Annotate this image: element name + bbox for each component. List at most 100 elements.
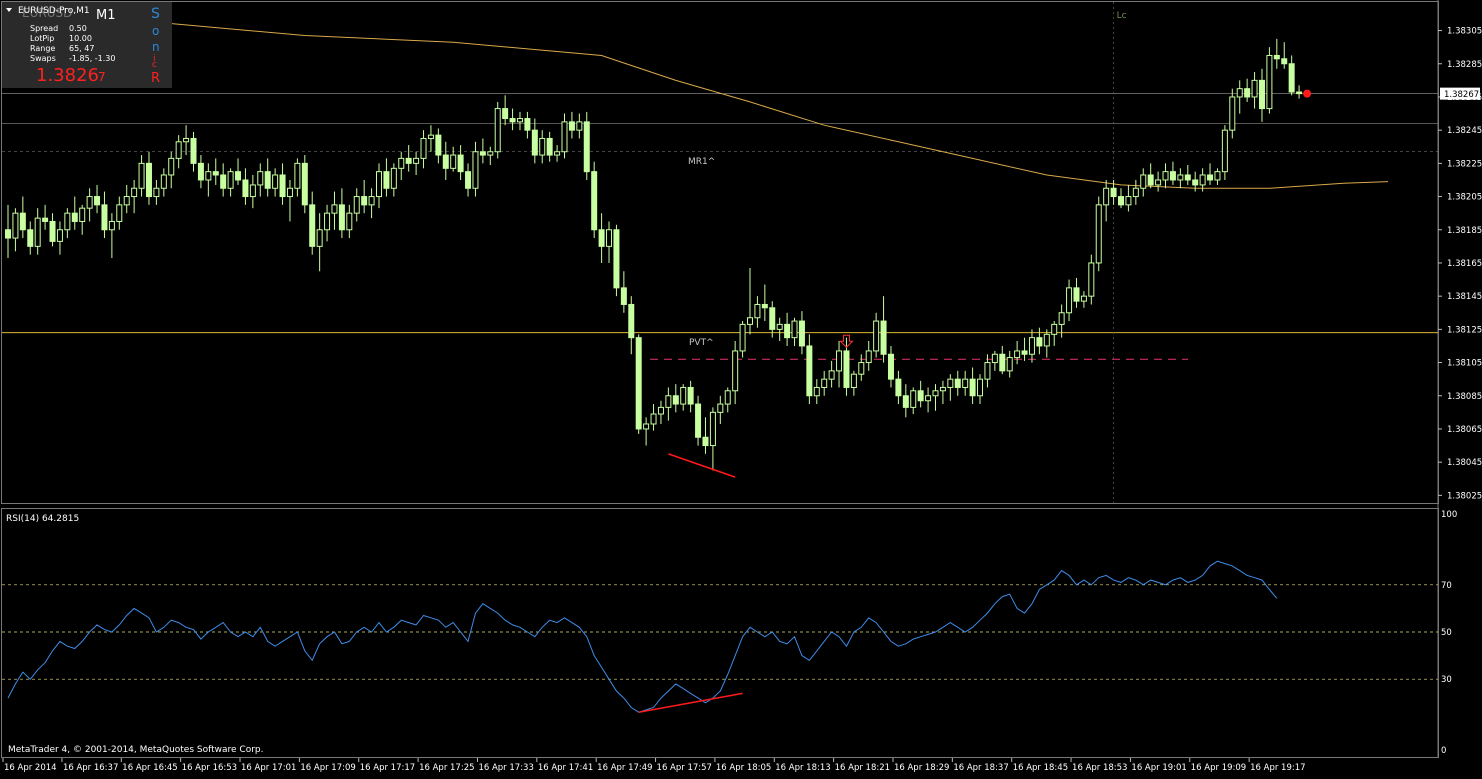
candle-body	[5, 229, 11, 239]
swaps-value: -1.85, -1.30	[69, 54, 115, 63]
candle-body	[568, 121, 575, 131]
candle-body	[420, 137, 427, 159]
candle-body	[108, 220, 115, 231]
candle-body	[977, 378, 984, 397]
candle-body	[301, 162, 308, 206]
symbol-info-panel[interactable]: EURUSD EURUSD-Pro,M1 M1 Spread 0.50 LotP…	[2, 2, 172, 88]
time-tick-label: 16 Apr 17:49	[597, 763, 652, 773]
candle-body	[183, 137, 190, 143]
time-tick-label: 16 Apr 17:33	[478, 763, 533, 773]
candle-body	[620, 287, 627, 305]
spread-label: Spread	[30, 24, 58, 33]
candle-body	[1281, 58, 1288, 65]
candle-body	[1273, 54, 1280, 60]
candle-body	[34, 217, 41, 247]
vertical-letter-o: o	[152, 24, 159, 38]
candle-body	[1169, 171, 1176, 181]
candle-body	[925, 395, 932, 402]
candle-body	[168, 157, 175, 176]
price-tick-label: 1.38285	[1447, 60, 1482, 70]
time-tick-label: 16 Apr 17:41	[538, 763, 593, 773]
time-tick-label: 16 Apr 17:57	[657, 763, 712, 773]
candle-body	[709, 411, 716, 447]
rsi-tick-label: 70	[1441, 581, 1452, 591]
price-tick-label: 1.38065	[1447, 425, 1482, 435]
candle-body	[405, 157, 412, 164]
candle-body	[1192, 179, 1199, 186]
candle-body	[49, 220, 56, 242]
candle-body	[554, 151, 561, 156]
candle-body	[524, 118, 531, 131]
candle-body	[784, 323, 791, 339]
price-tick-label: 1.38225	[1447, 159, 1482, 169]
candle-body	[858, 362, 865, 375]
price-tick-label: 1.38165	[1447, 259, 1482, 269]
candle-body	[494, 108, 501, 153]
rsi-tick-label: 100	[1441, 510, 1457, 520]
candle-body	[227, 171, 234, 189]
candle-body	[220, 174, 227, 189]
candle-body	[19, 212, 26, 231]
candle-body	[702, 436, 709, 447]
price-tick-label: 1.38125	[1447, 325, 1482, 335]
bid-price: 1.3826	[36, 65, 99, 86]
candle-body	[131, 187, 138, 198]
candle-body	[576, 121, 583, 131]
candle-body	[286, 187, 293, 198]
candle-body	[472, 151, 479, 189]
candle-body	[1162, 171, 1169, 181]
time-tick-label: 16 Apr 18:53	[1072, 763, 1127, 773]
current-price-dot	[1303, 89, 1312, 98]
candle-body	[145, 162, 152, 198]
rsi-tick-label: 30	[1441, 675, 1452, 685]
candle-body	[754, 303, 761, 319]
candle-body	[910, 390, 917, 408]
candle-body	[806, 345, 813, 397]
candle-body	[1236, 88, 1243, 98]
price-tick-label: 1.38045	[1447, 458, 1482, 468]
candle-body	[984, 362, 991, 380]
candle-body	[249, 184, 256, 198]
candle-body	[1199, 174, 1206, 186]
copyright-text: MetaTrader 4, © 2001-2014, MetaQuotes So…	[8, 745, 264, 755]
candle-body	[1177, 174, 1184, 181]
candle-body	[962, 378, 969, 388]
candle-body	[1021, 350, 1028, 355]
time-tick-label: 16 Apr 17:25	[419, 763, 474, 773]
candle-body	[880, 320, 887, 355]
candle-body	[1073, 287, 1080, 302]
candle-body	[635, 337, 642, 430]
lotpip-label: LotPip	[30, 34, 54, 43]
candle-body	[695, 403, 702, 438]
candle-body	[717, 403, 724, 413]
time-tick-label: 16 Apr 17:09	[300, 763, 355, 773]
chart-window[interactable]: MR1^PVT^Lc1.383051.382851.382651.382451.…	[0, 0, 1482, 775]
range-label: Range	[30, 44, 55, 53]
candle-body	[1221, 129, 1228, 173]
time-tick-label: 16 Apr 17:01	[241, 763, 296, 773]
candle-body	[1229, 96, 1236, 131]
candle-body	[383, 171, 390, 189]
candle-body	[1132, 187, 1139, 198]
candle-body	[27, 229, 34, 247]
candle-body	[999, 353, 1006, 372]
current-price-label: 1.38267	[1444, 90, 1479, 100]
candle-body	[1296, 91, 1303, 95]
time-tick-label: 16 Apr 18:29	[894, 763, 949, 773]
time-tick-label: 16 Apr 16:37	[63, 763, 118, 773]
candle-body	[724, 390, 731, 405]
candle-body	[175, 141, 182, 159]
candle-body	[64, 212, 71, 231]
candle-body	[954, 378, 961, 388]
candle-body	[101, 204, 108, 231]
candle-body	[1080, 295, 1087, 302]
candle-body	[776, 323, 783, 330]
candle-body	[1266, 54, 1273, 110]
candle-body	[1288, 63, 1295, 93]
candle-body	[487, 151, 494, 156]
candle-body	[272, 174, 279, 189]
candle-body	[821, 378, 828, 388]
candle-body	[657, 406, 664, 415]
time-tick-label: 16 Apr 2014	[4, 763, 57, 773]
lotpip-value: 10.00	[69, 34, 92, 43]
